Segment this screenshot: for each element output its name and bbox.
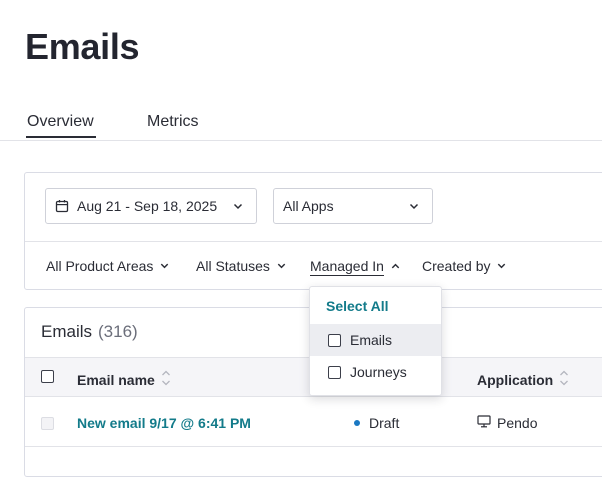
tab-bar: Overview Metrics	[0, 110, 602, 141]
managed-in-option-emails[interactable]: Emails	[310, 324, 441, 356]
select-all-option[interactable]: Select All	[326, 298, 389, 314]
table-title: Emails (316)	[41, 322, 138, 342]
option-label: Emails	[350, 332, 393, 348]
created-by-label: Created by	[422, 258, 491, 274]
application-cell: Pendo	[477, 415, 537, 431]
email-name-link[interactable]: New email 9/17 @ 6:41 PM	[77, 415, 251, 431]
chevron-down-icon	[408, 200, 420, 212]
apps-select[interactable]: All Apps	[273, 188, 433, 224]
managed-in-label: Managed In	[310, 258, 384, 276]
page-title: Emails	[25, 26, 140, 67]
sort-icon	[161, 369, 171, 390]
sort-icon	[559, 369, 569, 390]
product-areas-filter[interactable]: All Product Areas	[46, 258, 170, 274]
status-cell: Draft	[354, 415, 399, 431]
managed-in-filter[interactable]: Managed In	[310, 258, 401, 276]
column-header-label: Application	[477, 371, 554, 388]
status-dot-icon	[354, 420, 360, 426]
option-checkbox[interactable]	[328, 365, 341, 379]
product-areas-label: All Product Areas	[46, 258, 154, 274]
date-range-value: Aug 21 - Sep 18, 2025	[77, 198, 218, 214]
column-header-email-name[interactable]: Email name	[77, 369, 171, 390]
statuses-label: All Statuses	[196, 258, 270, 274]
date-range-select[interactable]: Aug 21 - Sep 18, 2025	[45, 188, 257, 224]
calendar-icon	[55, 199, 69, 213]
managed-in-option-journeys[interactable]: Journeys	[310, 356, 441, 388]
option-checkbox[interactable]	[328, 333, 341, 347]
column-header-label: Email name	[77, 371, 155, 388]
status-label: Draft	[369, 415, 400, 431]
chevron-down-icon	[496, 258, 507, 274]
column-header-application[interactable]: Application	[477, 369, 569, 390]
chevron-down-icon	[276, 258, 287, 274]
tab-metrics[interactable]: Metrics	[147, 113, 199, 138]
table-count: (316)	[98, 322, 138, 341]
apps-value: All Apps	[283, 198, 334, 214]
chevron-down-icon	[159, 258, 170, 274]
chevron-up-icon	[390, 259, 401, 275]
table-title-text: Emails	[41, 322, 93, 341]
chevron-down-icon	[232, 200, 244, 212]
row-checkbox[interactable]	[41, 417, 54, 430]
application-label: Pendo	[497, 415, 538, 431]
select-all-rows-checkbox[interactable]	[41, 370, 54, 383]
managed-in-dropdown: Select All Emails Journeys	[309, 286, 442, 396]
tab-overview[interactable]: Overview	[26, 113, 96, 138]
monitor-icon	[477, 415, 491, 431]
table-row: New email 9/17 @ 6:41 PM Draft Pendo	[25, 396, 602, 447]
statuses-filter[interactable]: All Statuses	[196, 258, 287, 274]
filter-row: All Product Areas All Statuses Managed I…	[25, 241, 602, 290]
filter-panel: Aug 21 - Sep 18, 2025 All Apps All Produ…	[24, 172, 602, 290]
option-label: Journeys	[350, 364, 407, 380]
created-by-filter[interactable]: Created by	[422, 258, 507, 274]
